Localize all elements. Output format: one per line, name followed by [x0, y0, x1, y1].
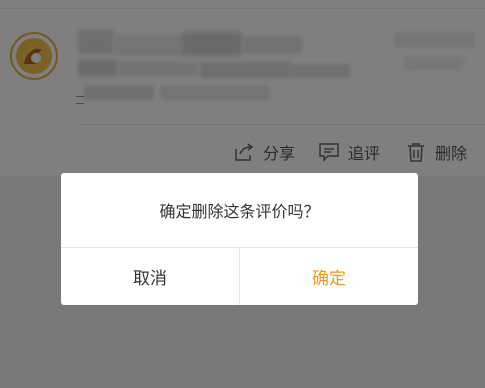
cancel-button[interactable]: 取消: [61, 248, 239, 305]
confirm-button[interactable]: 确定: [240, 248, 418, 305]
confirm-delete-dialog: 确定删除这条评价吗？ 取消 确定: [61, 173, 418, 305]
dialog-message: 确定删除这条评价吗？: [159, 202, 320, 221]
